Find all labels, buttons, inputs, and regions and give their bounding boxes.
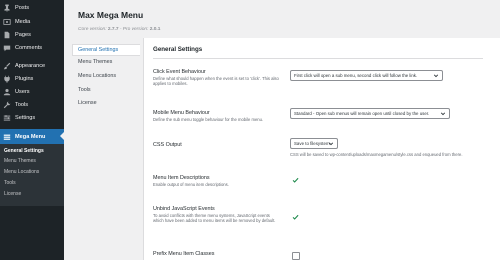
sidebar-item-plugins[interactable]: Plugins <box>0 72 64 86</box>
chevron-down-icon <box>440 112 446 116</box>
sidebar-item-settings[interactable]: Settings <box>0 111 64 125</box>
css-output-value: Save to filesystem <box>294 141 330 146</box>
css-output-label: CSS Output <box>153 142 182 148</box>
sidebar-item-label: Settings <box>15 115 36 121</box>
pro-version-label: - Pro version: <box>118 27 150 32</box>
submenu-license[interactable]: License <box>4 191 21 197</box>
checkmark-icon <box>292 214 299 220</box>
submenu-menu-locations[interactable]: Menu Locations <box>4 169 39 175</box>
sidebar-item-media[interactable]: Media <box>0 15 64 29</box>
submenu-menu-themes[interactable]: Menu Themes <box>4 158 36 164</box>
core-version: 2.7.7 <box>107 27 119 32</box>
click-event-value: First click will open a sub menu, second… <box>294 73 418 78</box>
sidebar-item-comments[interactable]: Comments <box>0 41 64 55</box>
tab-menu-themes[interactable]: Menu Themes <box>78 59 112 65</box>
sidebar-item-label: Media <box>15 19 31 25</box>
pin-icon <box>3 4 11 12</box>
checkmark-icon <box>292 177 299 183</box>
sidebar-item-users[interactable]: Users <box>0 85 64 99</box>
chevron-down-icon <box>433 74 439 78</box>
settings-panel: General Settings Click Event Behaviour D… <box>143 38 500 260</box>
brush-icon <box>3 62 11 70</box>
admin-sidebar: Posts Media Pages Comments Appearance Pl… <box>0 0 64 260</box>
user-icon <box>3 88 11 96</box>
sidebar-item-label: Tools <box>15 102 29 108</box>
submenu-general-settings[interactable]: General Settings <box>4 148 44 154</box>
page-title: Max Mega Menu <box>78 10 144 20</box>
pro-version: 2.0.1 <box>149 27 161 32</box>
sidebar-item-label: Plugins <box>15 76 34 82</box>
click-event-select[interactable]: First click will open a sub menu, second… <box>290 70 443 81</box>
unbind-js-desc: To avoid conflicts with theme menu syste… <box>153 213 276 224</box>
section-title: General Settings <box>153 46 203 53</box>
tab-tools[interactable]: Tools <box>78 87 91 93</box>
menu-item-desc-checkbox[interactable] <box>292 176 299 183</box>
plug-icon <box>3 75 11 83</box>
click-event-desc: Define what should happen when the event… <box>153 76 279 87</box>
sidebar-item-label: Users <box>15 89 30 95</box>
mobile-menu-desc: Define the sub menu toggle behaviour for… <box>153 117 264 122</box>
mega-menu-submenu: General Settings Menu Themes Menu Locati… <box>0 144 64 206</box>
menu-item-desc-label: Menu Item Descriptions <box>153 175 210 181</box>
sidebar-item-label: Mega Menu <box>15 133 46 140</box>
unbind-js-label: Unbind JavaScript Events <box>153 206 215 212</box>
sidebar-item-tools[interactable]: Tools <box>0 98 64 112</box>
prefix-classes-checkbox[interactable] <box>292 252 300 260</box>
submenu-tools[interactable]: Tools <box>4 180 16 186</box>
page-header: Max Mega Menu <box>78 10 143 20</box>
css-output-select[interactable]: Save to filesystem <box>290 138 338 149</box>
page-icon <box>3 31 11 39</box>
sidebar-item-label: Comments <box>15 45 43 51</box>
css-output-note: CSS will be saved to wp-content/uploads/… <box>290 152 463 157</box>
prefix-classes-label: Prefix Menu Item Classes <box>153 251 215 257</box>
sidebar-item-posts[interactable]: Posts <box>0 1 64 15</box>
tab-general-settings[interactable]: General Settings <box>72 44 140 56</box>
core-version-label: Core version: <box>78 27 108 32</box>
tab-menu-locations[interactable]: Menu Locations <box>78 73 116 79</box>
settings-icon <box>3 114 11 122</box>
mobile-menu-select[interactable]: Standard - Open sub menus will remain op… <box>290 108 450 119</box>
mobile-menu-label: Mobile Menu Behaviour <box>153 110 210 116</box>
current-menu-arrow <box>60 132 64 140</box>
unbind-js-checkbox[interactable] <box>292 213 299 220</box>
sidebar-item-mega-menu[interactable]: Mega Menu <box>0 129 64 144</box>
tab-license[interactable]: License <box>78 100 97 106</box>
sidebar-item-pages[interactable]: Pages <box>0 28 64 42</box>
mobile-menu-value: Standard - Open sub menus will remain op… <box>294 111 430 116</box>
sidebar-item-appearance[interactable]: Appearance <box>0 59 64 73</box>
sidebar-item-label: Appearance <box>15 63 46 69</box>
menu-item-desc-desc: Enable output of menu item descriptions. <box>153 182 229 187</box>
sidebar-item-label: Pages <box>15 32 31 38</box>
click-event-label: Click Event Behaviour <box>153 69 206 75</box>
sidebar-item-label: Posts <box>15 5 29 11</box>
section-divider <box>153 58 483 59</box>
chevron-down-icon <box>328 142 334 146</box>
version-info: Core version: 2.7.7 - Pro version: 2.0.1 <box>78 27 160 32</box>
media-icon <box>3 18 11 26</box>
comment-icon <box>3 44 11 52</box>
mega-menu-icon <box>3 133 11 141</box>
wrench-icon <box>3 101 11 109</box>
